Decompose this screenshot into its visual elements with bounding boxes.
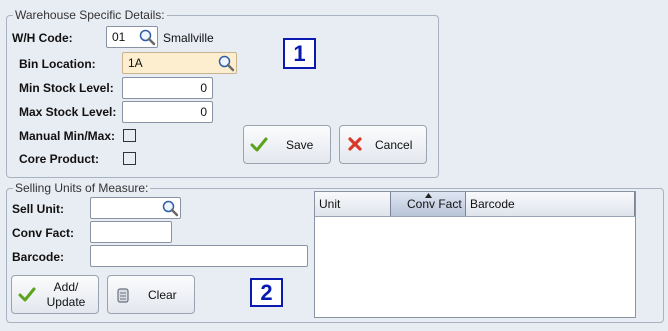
sell-unit-field[interactable] [90,197,181,219]
save-label: Save [286,138,314,152]
wh-code-field[interactable]: 01 [106,26,158,48]
min-stock-label: Min Stock Level: [19,81,114,95]
core-product-checkbox[interactable] [123,152,136,165]
bin-location-value: 1A [128,56,143,70]
search-icon[interactable] [217,54,235,72]
section-badge-1: 1 [283,38,316,69]
conv-fact-field[interactable] [90,221,172,243]
search-icon[interactable] [161,199,179,217]
column-header-unit-label: Unit [319,197,341,211]
cancel-button[interactable]: Cancel [339,125,427,164]
section-badge-2: 2 [250,278,283,307]
min-stock-field[interactable]: 0 [122,77,213,99]
column-header-barcode[interactable]: Barcode [466,192,635,216]
wh-name: Smallville [163,31,214,45]
barcode-label: Barcode: [12,250,65,264]
sell-unit-label: Sell Unit: [12,202,65,216]
bin-location-field[interactable]: 1A [122,52,237,74]
max-stock-field[interactable]: 0 [122,101,213,123]
close-icon [348,137,362,151]
cancel-label: Cancel [375,138,413,152]
wh-code-value: 01 [112,30,126,44]
clear-label: Clear [148,288,177,302]
selling-units-legend: Selling Units of Measure: [13,181,151,195]
conv-fact-label: Conv Fact: [12,226,75,240]
add-update-label-line1: Add/ [53,280,79,294]
column-header-conv-fact[interactable]: Conv Fact [391,192,466,216]
core-product-label: Core Product: [19,152,100,166]
column-header-conv-fact-label: Conv Fact [407,197,462,211]
manual-minmax-label: Manual Min/Max: [19,129,116,143]
eraser-icon [117,288,129,303]
max-stock-label: Max Stock Level: [19,105,117,119]
clear-button[interactable]: Clear [107,275,195,314]
units-grid[interactable]: Unit Conv Fact Barcode [314,191,636,318]
bin-location-label: Bin Location: [19,57,96,71]
search-icon[interactable] [138,28,156,46]
checkmark-icon [250,137,268,152]
manual-minmax-checkbox[interactable] [123,129,136,142]
add-update-button[interactable]: Add/ Update [11,275,99,314]
column-header-unit[interactable]: Unit [315,192,391,216]
add-update-label-line2: Update [46,295,86,309]
sort-ascending-icon [425,193,432,198]
warehouse-details-legend: Warehouse Specific Details: [13,8,167,22]
units-grid-header: Unit Conv Fact Barcode [315,192,635,217]
save-button[interactable]: Save [243,125,331,164]
column-header-barcode-label: Barcode [470,197,515,211]
barcode-field[interactable] [90,245,308,267]
wh-code-label: W/H Code: [12,31,73,45]
checkmark-icon [18,287,36,302]
